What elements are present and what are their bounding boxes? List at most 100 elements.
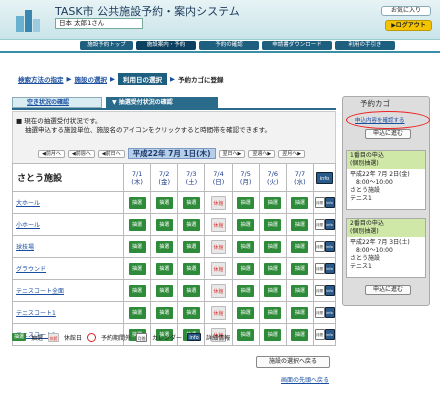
lottery-icon[interactable]: 抽選 [155,284,173,297]
facility-name-link[interactable]: 小ホール [12,213,124,236]
lottery-icon[interactable]: 抽選 [264,306,282,319]
lottery-icon[interactable]: 抽選 [155,262,173,275]
lottery-icon[interactable]: 抽選 [182,196,200,209]
lottery-icon[interactable]: 抽選 [155,306,173,319]
cart-item-time: 8:00〜10:00 [356,179,393,186]
info-header-icon: info [316,171,333,184]
lottery-icon[interactable]: 抽選 [155,240,173,253]
proceed-apply-button-bottom[interactable]: 申込に進む [365,285,411,295]
status-cell: 抽選 [150,191,179,214]
lottery-icon[interactable]: 抽選 [291,284,309,297]
calendar-icon[interactable]: 月間 [314,285,325,296]
tab-availability[interactable]: 空き状況の確認 [12,97,102,108]
date-header: 7/7 (水) [285,163,315,192]
proceed-apply-button-top[interactable]: 申込に進む [365,129,411,139]
nav-item-facility[interactable]: 施設案内・予約 [136,41,196,50]
facility-name-link[interactable]: グラウンド [12,257,124,280]
tab-lottery-status[interactable]: ▼ 抽選受付状況の確認 [106,97,218,110]
next-month-button[interactable]: 翌月へ▶ [278,149,306,158]
prev-day-button[interactable]: ◀前日へ [97,149,125,158]
prev-month-button[interactable]: ◀前月へ [38,149,65,158]
calendar-icon[interactable]: 月間 [314,307,325,318]
lottery-icon[interactable]: 抽選 [237,328,255,341]
calendar-icon[interactable]: 月間 [314,219,325,230]
lottery-icon[interactable]: 抽選 [237,262,255,275]
lottery-icon[interactable]: 抽選 [155,218,173,231]
status-cell: 休館 [204,235,233,258]
lottery-icon[interactable]: 抽選 [291,196,309,209]
lottery-icon[interactable]: 抽選 [291,328,309,341]
lottery-icon[interactable]: 抽選 [237,196,255,209]
status-cell: 休館 [204,257,233,280]
lottery-icon[interactable]: 抽選 [128,284,146,297]
lottery-icon[interactable]: 抽選 [237,306,255,319]
info-icon[interactable]: info [324,197,335,208]
cart-item[interactable]: 1番目の申込 (個別抽選) 平成22年 7月 2日(金) 8:00〜10:00 … [346,150,426,210]
notice-line-2: 抽選申込する施設単位、施設名のアイコンをクリックすると時間帯を確認できます。 [25,126,272,134]
info-icon[interactable]: info [324,307,335,318]
status-cell: 抽選 [258,257,287,280]
lottery-icon[interactable]: 抽選 [182,306,200,319]
lottery-icon[interactable]: 抽選 [264,218,282,231]
lottery-icon[interactable]: 抽選 [264,262,282,275]
breadcrumb-search-method[interactable]: 検索方法の指定 [18,74,64,84]
info-icon[interactable]: info [324,241,335,252]
nav-item-top[interactable]: 施設予約トップ [80,41,133,50]
lottery-icon[interactable]: 抽選 [291,262,309,275]
calendar-icon[interactable]: 月間 [314,197,325,208]
lottery-icon[interactable]: 抽選 [128,262,146,275]
lottery-icon[interactable]: 抽選 [291,218,309,231]
prev-week-button[interactable]: ◀前週へ [67,149,95,158]
lottery-icon[interactable]: 抽選 [128,218,146,231]
lottery-icon[interactable]: 抽選 [291,240,309,253]
lottery-icon[interactable]: 抽選 [264,328,282,341]
status-cell: 休館 [204,301,233,324]
nav-item-confirm[interactable]: 予約の確認 [199,41,259,50]
lottery-icon[interactable]: 抽選 [128,240,146,253]
cart-item-room: テニス1 [350,195,372,202]
legend-calendar-label: カレンダー [152,334,183,342]
status-cell: 抽選 [231,235,260,258]
lottery-icon[interactable]: 抽選 [182,218,200,231]
next-day-button[interactable]: 翌日へ▶ [218,149,246,158]
facility-name-link[interactable]: 大ホール [12,191,124,214]
lottery-icon[interactable]: 抽選 [128,196,146,209]
facility-name-link[interactable]: テニスコート1 [12,301,124,324]
lottery-icon[interactable]: 抽選 [237,218,255,231]
lottery-icon[interactable]: 抽選 [237,240,255,253]
info-icon[interactable]: info [324,285,335,296]
lottery-icon[interactable]: 抽選 [128,306,146,319]
table-row: 大ホール 抽選 抽選 抽選 休館 抽選 抽選 抽選 月間 info [12,191,336,214]
facility-name-link[interactable]: テニスコート全面 [12,279,124,302]
status-cell: 抽選 [177,279,206,302]
cart-item[interactable]: 2番目の申込 (個別抽選) 平成22年 7月 3日(土) 8:00〜10:00 … [346,218,426,278]
lottery-icon[interactable]: 抽選 [155,196,173,209]
lottery-icon[interactable]: 抽選 [291,306,309,319]
lottery-icon[interactable]: 抽選 [182,240,200,253]
status-cell: 抽選 [177,257,206,280]
lottery-icon[interactable]: 抽選 [264,284,282,297]
nav-item-download[interactable]: 申請書ダウンロード [262,41,332,50]
calendar-icon[interactable]: 月間 [314,329,325,340]
confirm-application-link[interactable]: 申込内容を確認する [355,116,405,124]
favorites-button[interactable]: お気に入り [381,6,431,16]
logout-button[interactable]: ▶ログアウト [385,20,432,31]
lottery-icon[interactable]: 抽選 [182,284,200,297]
info-icon[interactable]: info [324,329,335,340]
info-icon[interactable]: info [324,263,335,274]
lottery-icon[interactable]: 抽選 [182,262,200,275]
calendar-icon[interactable]: 月間 [314,241,325,252]
breadcrumb-facility-select[interactable]: 施設の選択 [75,74,108,84]
status-cell: 抽選 [122,213,152,236]
lottery-icon[interactable]: 抽選 [264,240,282,253]
lottery-icon[interactable]: 抽選 [264,196,282,209]
back-to-top-link[interactable]: 画面の先頭へ戻る [281,375,329,384]
back-to-facility-button[interactable]: 施設の選択へ戻る [256,356,330,368]
next-week-button[interactable]: 翌週へ▶ [248,149,276,158]
date-header: 7/5 (月) [231,163,260,192]
facility-name-link[interactable]: 球技場 [12,235,124,258]
info-icon[interactable]: info [324,219,335,230]
calendar-icon[interactable]: 月間 [314,263,325,274]
nav-item-guide[interactable]: 利用の手引き [335,41,395,50]
lottery-icon[interactable]: 抽選 [237,284,255,297]
